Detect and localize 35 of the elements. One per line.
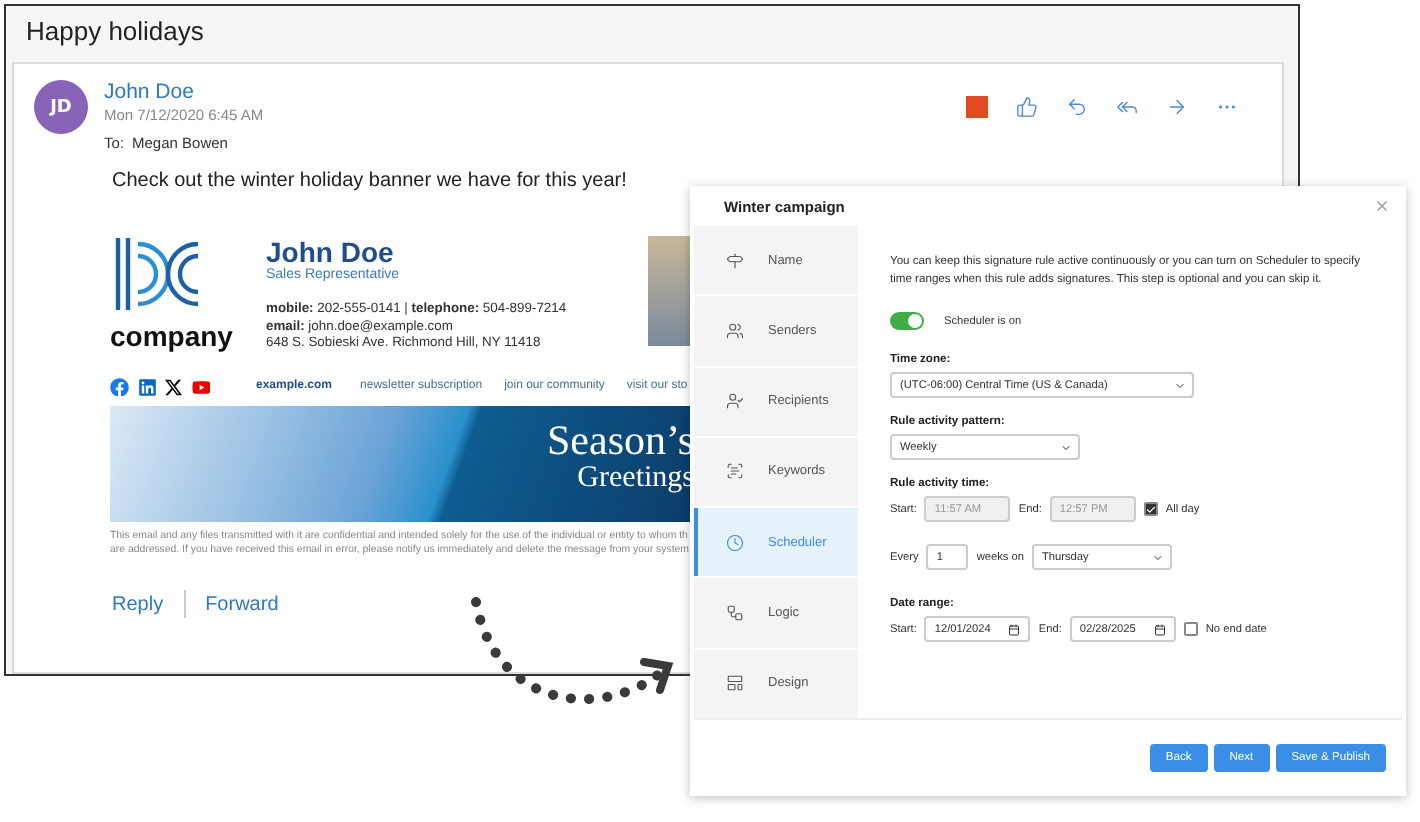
- sender-name[interactable]: John Doe: [104, 80, 950, 104]
- reply-all-icon[interactable]: [1116, 96, 1138, 118]
- forward-icon[interactable]: [1166, 96, 1188, 118]
- banner-subheading: Greetings: [577, 462, 694, 494]
- youtube-icon[interactable]: [191, 377, 210, 396]
- chevron-down-icon: [1151, 551, 1164, 563]
- like-icon[interactable]: [1016, 96, 1038, 118]
- no-end-date-checkbox[interactable]: [1183, 622, 1198, 636]
- chevron-down-icon: [1174, 379, 1186, 391]
- step-icon: [726, 462, 744, 481]
- message-body: Check out the winter holiday banner we have for this year!: [112, 170, 629, 192]
- check-icon: [1145, 503, 1156, 515]
- calendar-icon[interactable]: [1153, 623, 1166, 635]
- chevron-down-icon: [1060, 441, 1072, 453]
- scheduler-toggle[interactable]: [890, 312, 924, 330]
- email-subject: Happy holidays: [24, 14, 206, 50]
- company-wordmark: company: [110, 320, 233, 352]
- step-icon: [726, 604, 744, 623]
- signature-name: John Doe: [266, 236, 394, 268]
- step-icon: [726, 321, 744, 340]
- calendar-icon[interactable]: [1008, 623, 1021, 635]
- facebook-icon[interactable]: [110, 377, 129, 396]
- x-icon[interactable]: [164, 377, 183, 396]
- linkedin-icon[interactable]: [137, 377, 156, 396]
- step-icon: [726, 533, 744, 552]
- reply-link[interactable]: Reply: [112, 593, 164, 615]
- banner-heading: Season’s: [547, 418, 694, 462]
- step-icon: [726, 674, 744, 693]
- forward-link[interactable]: Forward: [205, 593, 279, 615]
- step-icon: [726, 392, 744, 411]
- logo-icon: [110, 236, 202, 312]
- close-button[interactable]: [1374, 198, 1390, 214]
- step-icon: [726, 251, 744, 270]
- reply-icon[interactable]: [1066, 96, 1088, 118]
- avatar: JD: [34, 80, 88, 134]
